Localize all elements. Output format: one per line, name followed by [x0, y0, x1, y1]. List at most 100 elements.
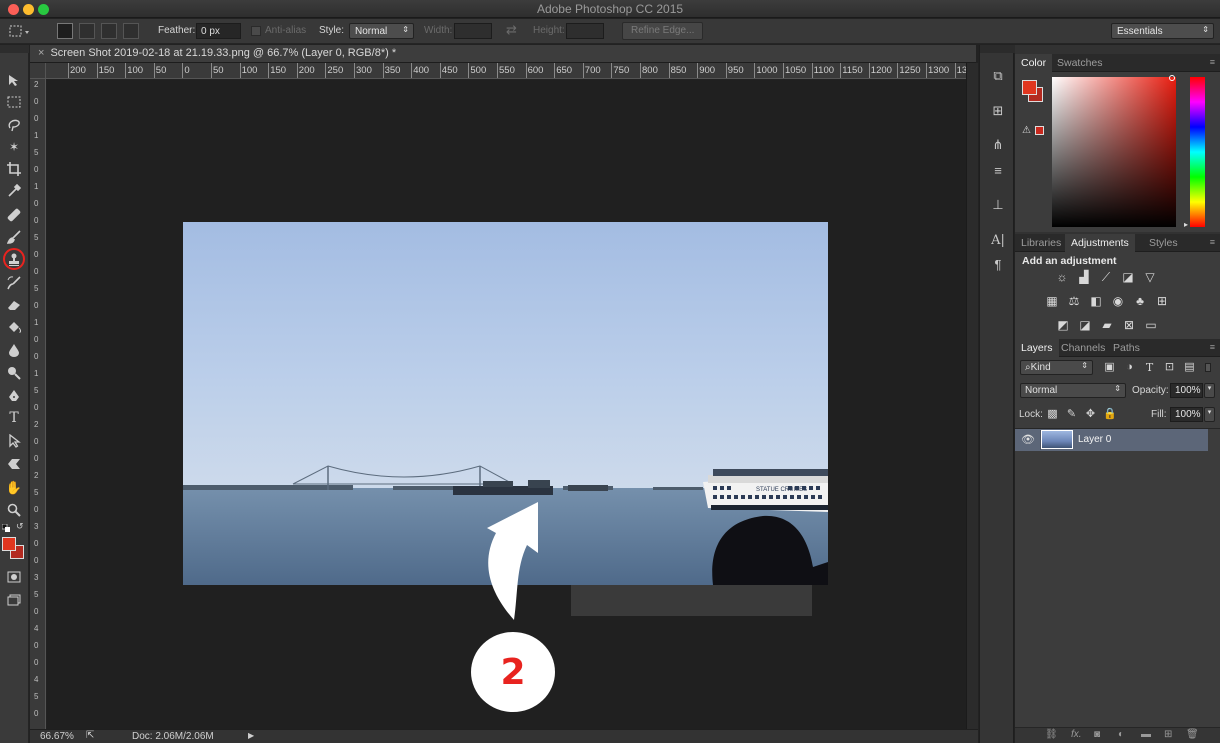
- selective-color-icon[interactable]: ⊠: [1122, 318, 1136, 332]
- panel-menu-icon[interactable]: ≡: [1210, 342, 1215, 352]
- style-select[interactable]: Normal ⇕: [349, 23, 414, 39]
- document-tab[interactable]: × Screen Shot 2019-02-18 at 21.19.33.png …: [30, 45, 976, 63]
- brightness-contrast-icon[interactable]: ☼: [1055, 270, 1069, 284]
- refine-edge-button[interactable]: Refine Edge...: [622, 22, 704, 40]
- new-group-icon[interactable]: ▬: [1141, 729, 1151, 740]
- color-picker-cursor[interactable]: [1169, 75, 1175, 81]
- out-of-gamut-warning-icon[interactable]: ⚠: [1022, 125, 1031, 136]
- tab-paths[interactable]: Paths: [1107, 339, 1146, 357]
- fill-input[interactable]: 100%: [1170, 407, 1203, 422]
- brush-tool-icon[interactable]: [4, 227, 24, 247]
- posterize-icon[interactable]: ◪: [1078, 318, 1092, 332]
- marquee-tool-icon[interactable]: [4, 92, 24, 112]
- photo-filter-icon[interactable]: ◉: [1111, 294, 1125, 308]
- black-white-icon[interactable]: ◧: [1089, 294, 1103, 308]
- feather-input[interactable]: 0 px: [196, 23, 241, 39]
- layer-name[interactable]: Layer 0: [1078, 434, 1111, 445]
- default-colors-icon[interactable]: [1, 523, 10, 532]
- intersect-selection-icon[interactable]: [123, 23, 139, 39]
- link-layers-icon[interactable]: ⛓: [1045, 729, 1058, 740]
- new-adjustment-icon[interactable]: ◐: [1118, 729, 1124, 740]
- invert-icon[interactable]: ◩: [1056, 318, 1070, 332]
- vertical-ruler[interactable]: 2 0 0 1 5 0 1 0 0 5 0 0 5 0 1 0 0 1 5 0 2 0 0 2 5 0 3 0 0 3 5 0 4 0 0 4 5 0: [30, 79, 46, 730]
- pixel-layer-filter-icon[interactable]: ▣: [1103, 361, 1116, 374]
- clone-source-icon[interactable]: ⊥: [988, 195, 1008, 215]
- color-lookup-icon[interactable]: ⊞: [1155, 294, 1169, 308]
- width-input[interactable]: [454, 23, 492, 39]
- path-selection-icon[interactable]: [4, 431, 24, 451]
- screen-mode-icon[interactable]: [4, 590, 24, 610]
- gamut-color-swatch[interactable]: [1035, 126, 1044, 135]
- add-to-selection-icon[interactable]: [79, 23, 95, 39]
- fill-slider-toggle[interactable]: ▾: [1204, 407, 1215, 422]
- levels-icon[interactable]: ▟: [1077, 270, 1091, 284]
- exposure-icon[interactable]: ◪: [1121, 270, 1135, 284]
- tab-color[interactable]: Color: [1015, 54, 1053, 72]
- history-brush-icon[interactable]: [4, 273, 24, 293]
- type-tool-icon[interactable]: T: [4, 408, 24, 428]
- hue-slider[interactable]: [1190, 77, 1205, 227]
- ruler-origin[interactable]: [30, 63, 46, 79]
- tab-channels[interactable]: Channels: [1055, 339, 1111, 357]
- hue-saturation-icon[interactable]: ▦: [1045, 294, 1059, 308]
- close-tab-icon[interactable]: ×: [38, 47, 44, 59]
- shape-layer-filter-icon[interactable]: ⊡: [1163, 361, 1176, 374]
- layer-filter-select[interactable]: ⌕Kind ⇕: [1020, 360, 1093, 375]
- move-tool-icon[interactable]: [4, 70, 24, 90]
- paragraph-panel-icon[interactable]: ¶: [988, 255, 1008, 275]
- swap-colors-icon[interactable]: ↺: [16, 521, 24, 532]
- threshold-icon[interactable]: ▰: [1100, 318, 1114, 332]
- hand-tool-icon[interactable]: ✋: [4, 478, 24, 498]
- workspace-select[interactable]: Essentials ⇕: [1111, 23, 1214, 39]
- tab-layers[interactable]: Layers: [1015, 339, 1059, 357]
- pen-tool-icon[interactable]: [4, 386, 24, 406]
- opacity-input[interactable]: 100%: [1170, 383, 1203, 398]
- layer-style-icon[interactable]: fx.: [1071, 729, 1082, 740]
- filter-toggle[interactable]: [1205, 363, 1211, 372]
- panel-menu-icon[interactable]: ≡: [1210, 57, 1215, 67]
- color-field[interactable]: [1052, 77, 1176, 227]
- tab-adjustments[interactable]: Adjustments: [1065, 234, 1135, 252]
- dodge-tool-icon[interactable]: [4, 363, 24, 383]
- lock-transparent-icon[interactable]: ▩: [1046, 408, 1059, 421]
- clone-stamp-icon[interactable]: [3, 248, 25, 270]
- zoom-level[interactable]: 66.67%: [40, 731, 74, 742]
- type-layer-filter-icon[interactable]: T: [1143, 361, 1156, 374]
- panel-foreground-swatch[interactable]: [1022, 80, 1037, 95]
- foreground-color-swatch[interactable]: [2, 537, 16, 551]
- character-panel-icon[interactable]: A|: [988, 231, 1008, 251]
- smart-object-filter-icon[interactable]: ▤: [1183, 361, 1196, 374]
- horizontal-ruler[interactable]: 200 150 100 50 0 50 100 150 200 250 300 350 400 450 50…: [46, 63, 966, 79]
- tool-preset-picker[interactable]: [8, 24, 32, 39]
- lock-position-icon[interactable]: ✥: [1084, 408, 1097, 421]
- vibrance-icon[interactable]: ▽: [1143, 270, 1157, 284]
- tab-styles[interactable]: Styles: [1143, 234, 1184, 252]
- lock-all-icon[interactable]: 🔒: [1103, 408, 1117, 421]
- visibility-eye-icon[interactable]: 👁: [1021, 433, 1035, 446]
- crop-tool-icon[interactable]: [4, 159, 24, 179]
- curves-icon[interactable]: ⟋: [1099, 270, 1113, 284]
- quick-mask-icon[interactable]: [4, 567, 24, 587]
- blend-mode-select[interactable]: Normal ⇕: [1020, 383, 1126, 398]
- height-input[interactable]: [566, 23, 604, 39]
- new-layer-icon[interactable]: ⊞: [1164, 729, 1172, 740]
- tools-panel-header[interactable]: [0, 45, 29, 53]
- tab-libraries[interactable]: Libraries: [1015, 234, 1067, 252]
- add-mask-icon[interactable]: ◙: [1094, 729, 1100, 740]
- dock-header[interactable]: [980, 45, 1015, 53]
- hue-slider-handle[interactable]: ▸: [1184, 220, 1188, 229]
- antialias-checkbox[interactable]: [251, 26, 261, 36]
- eraser-icon[interactable]: [4, 295, 24, 315]
- brush-presets-icon[interactable]: ⋔: [988, 135, 1008, 155]
- blur-tool-icon[interactable]: [4, 340, 24, 360]
- healing-brush-icon[interactable]: [4, 205, 24, 225]
- zoom-tool-icon[interactable]: [4, 500, 24, 520]
- gradient-map-icon[interactable]: ▭: [1144, 318, 1158, 332]
- custom-shape-icon[interactable]: [4, 454, 24, 474]
- channel-mixer-icon[interactable]: ♣: [1133, 294, 1147, 308]
- magic-wand-icon[interactable]: ✶: [4, 137, 24, 157]
- layer-thumbnail[interactable]: [1041, 430, 1073, 449]
- opacity-slider-toggle[interactable]: ▾: [1204, 383, 1215, 398]
- tab-swatches[interactable]: Swatches: [1051, 54, 1109, 72]
- properties-panel-icon[interactable]: ⊞: [988, 101, 1008, 121]
